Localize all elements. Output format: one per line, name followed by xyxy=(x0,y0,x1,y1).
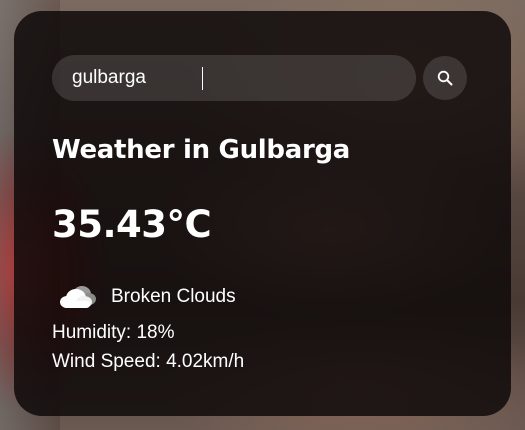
wind-speed-text: Wind Speed: 4.02km/h xyxy=(52,351,245,372)
weather-card: Weather in Gulbarga 35.43°C Broken Cloud… xyxy=(14,11,511,416)
condition-text: Broken Clouds xyxy=(111,286,236,307)
condition-row: Broken Clouds xyxy=(58,281,236,313)
city-title: Weather in Gulbarga xyxy=(52,135,351,165)
cloud-icon xyxy=(60,286,96,308)
search-button[interactable] xyxy=(423,56,467,100)
search-icon xyxy=(437,70,453,86)
humidity-text: Humidity: 18% xyxy=(52,322,175,343)
temperature: 35.43°C xyxy=(52,203,212,246)
search-input[interactable] xyxy=(52,55,416,101)
text-caret xyxy=(202,67,203,90)
search-bar xyxy=(52,55,472,101)
